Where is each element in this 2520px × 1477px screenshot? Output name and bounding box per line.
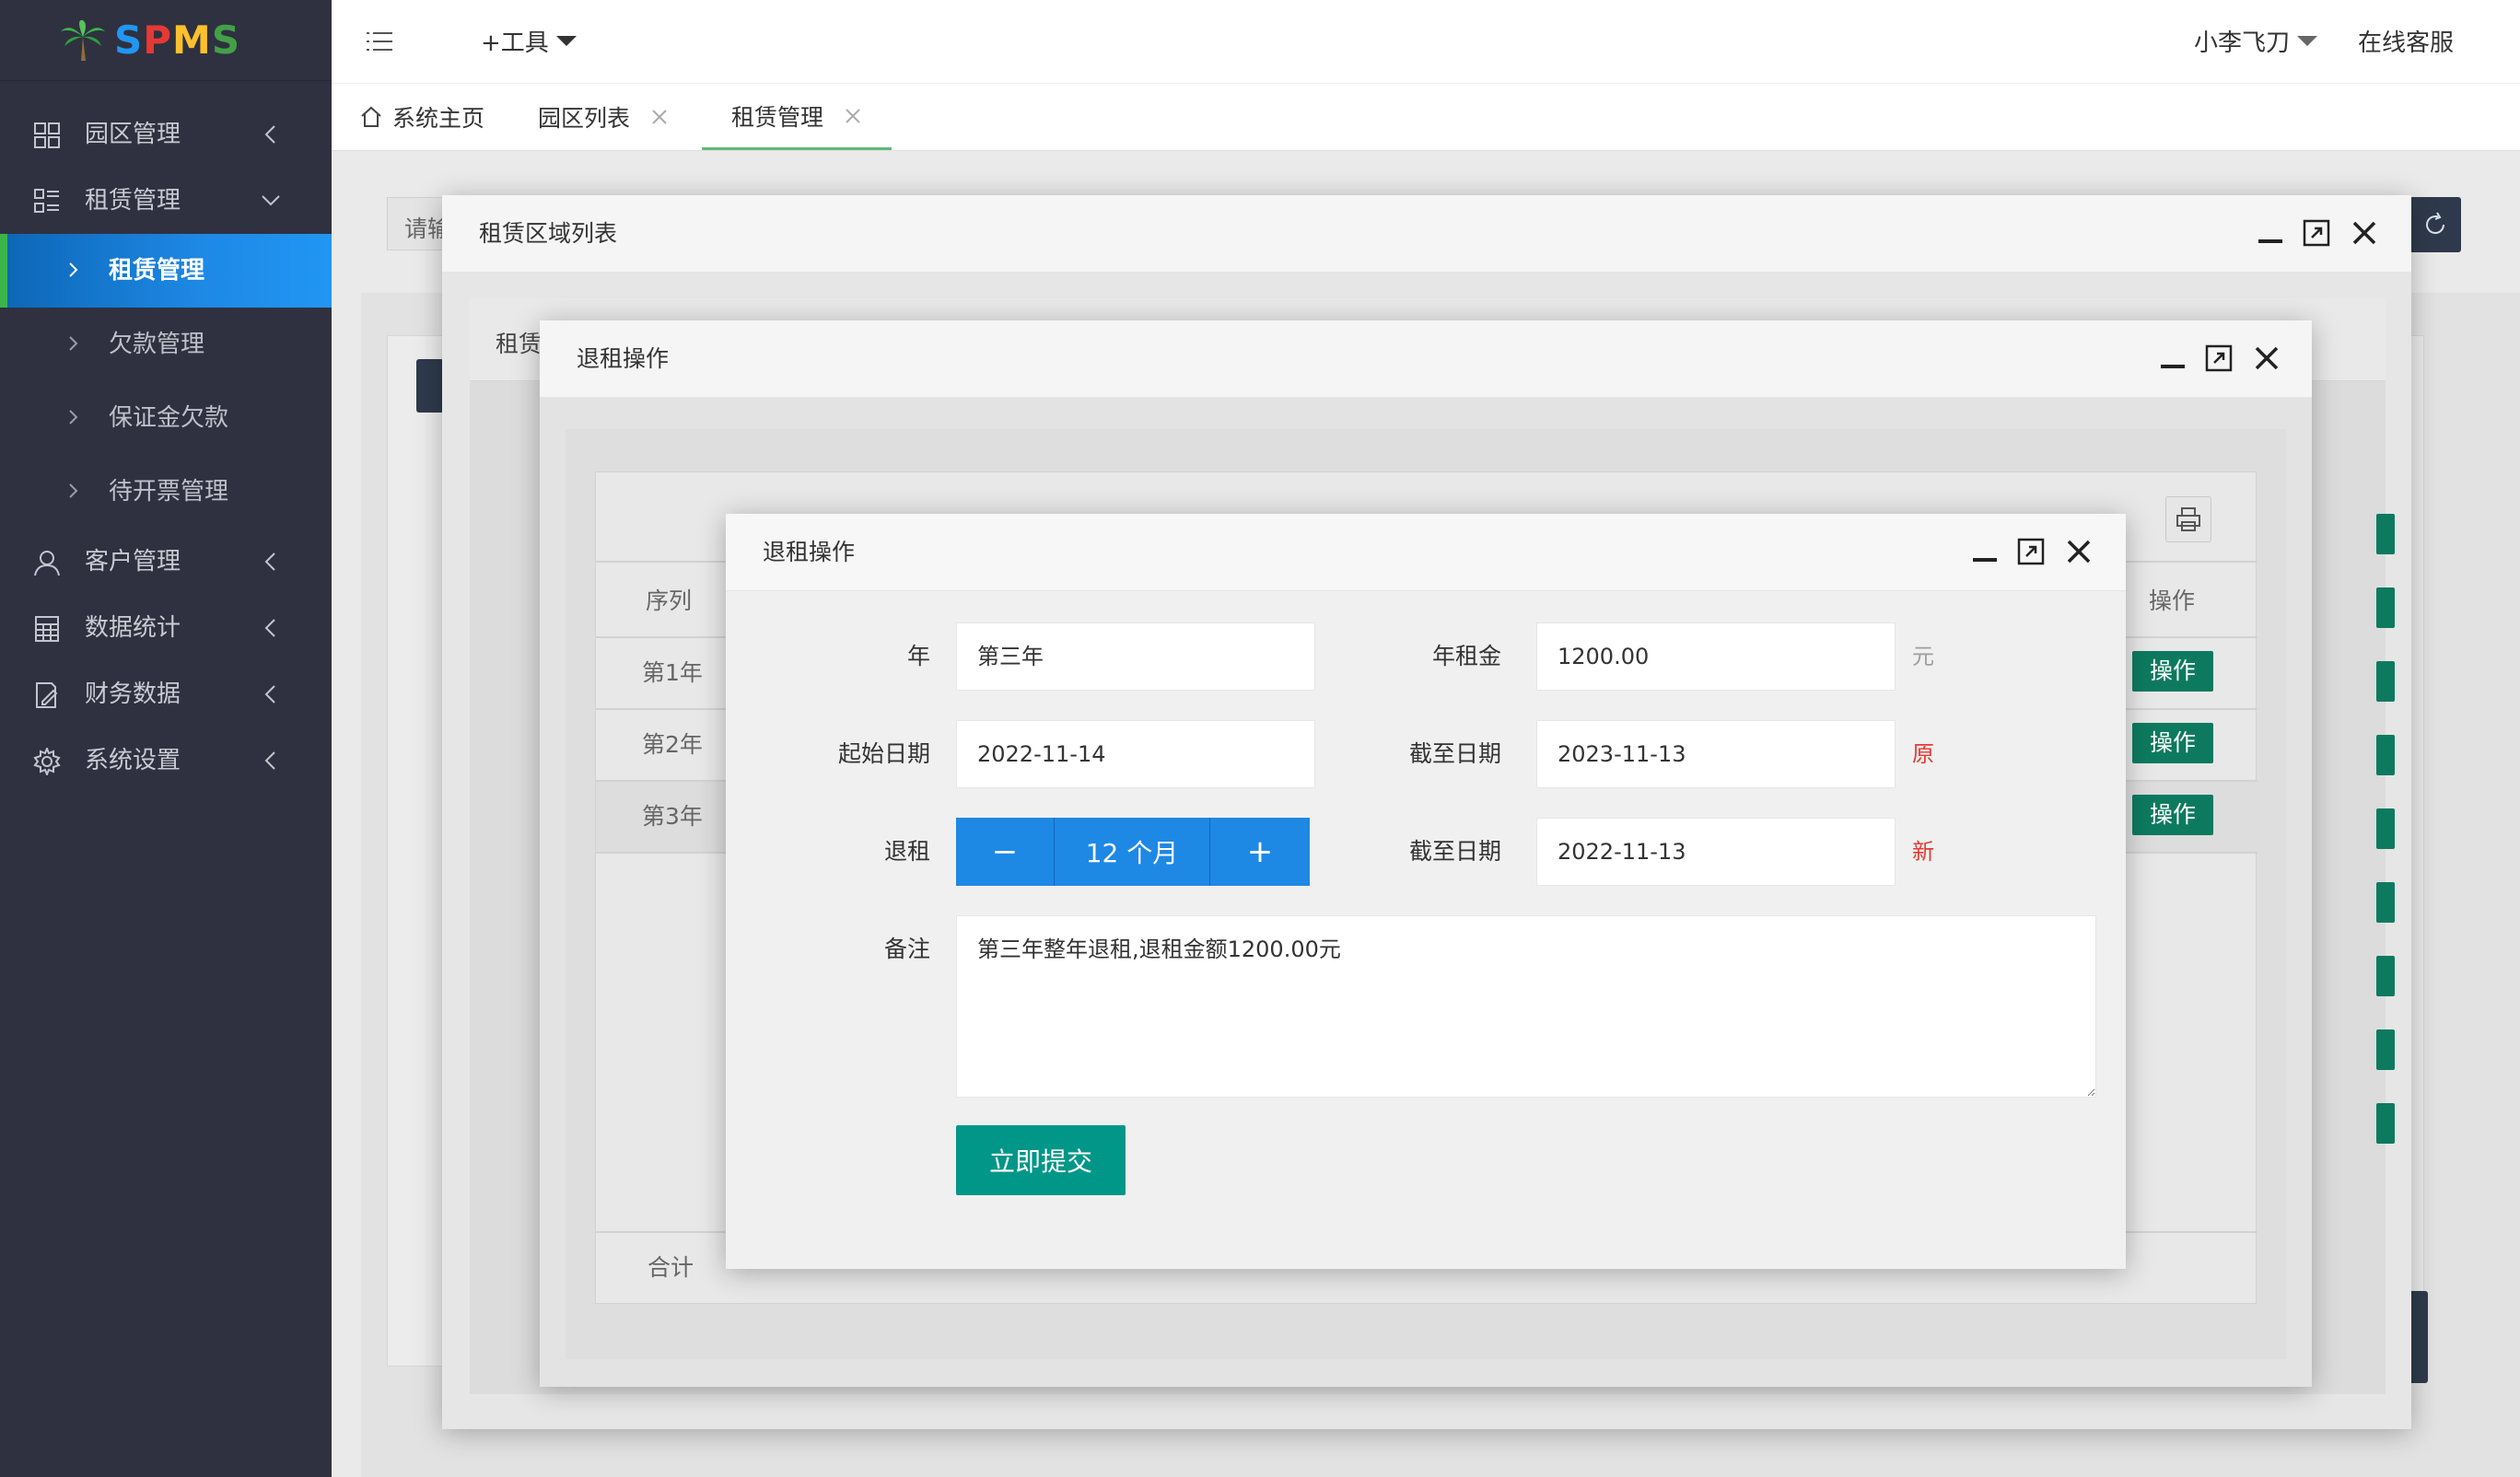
- minimize-icon[interactable]: [1969, 536, 2001, 567]
- year-label: 年: [906, 643, 930, 669]
- dialog-header: 退租操作: [726, 514, 2126, 591]
- new-end-date-label: 截至日期: [1408, 838, 1501, 865]
- submit-button[interactable]: 立即提交: [956, 1125, 1126, 1195]
- end-date-new-field[interactable]: 2022-11-13: [1536, 818, 1896, 886]
- decrement-button[interactable]: −: [956, 818, 1054, 886]
- new-tag: 新: [1912, 839, 1934, 865]
- dialog-refund-form: 退租操作 年 第三年 年租金 1200.00 元 起始日期 2022-11-14…: [726, 514, 2126, 1269]
- refund-label: 退租: [883, 838, 930, 865]
- remark-label: 备注: [883, 936, 930, 962]
- remark-textarea[interactable]: [956, 915, 2096, 1098]
- end-date-original-field[interactable]: 2023-11-13: [1536, 720, 1896, 788]
- start-date-label: 起始日期: [837, 740, 930, 767]
- annual-rent-label: 年租金: [1431, 643, 1501, 669]
- currency-unit: 元: [1912, 644, 1934, 669]
- dialog-title: 退租操作: [763, 539, 856, 565]
- original-tag: 原: [1912, 741, 1934, 767]
- close-icon[interactable]: [2063, 536, 2094, 567]
- annual-rent-field[interactable]: 1200.00: [1536, 622, 1896, 691]
- end-date-label: 截至日期: [1408, 740, 1501, 767]
- maximize-icon[interactable]: [2015, 536, 2047, 567]
